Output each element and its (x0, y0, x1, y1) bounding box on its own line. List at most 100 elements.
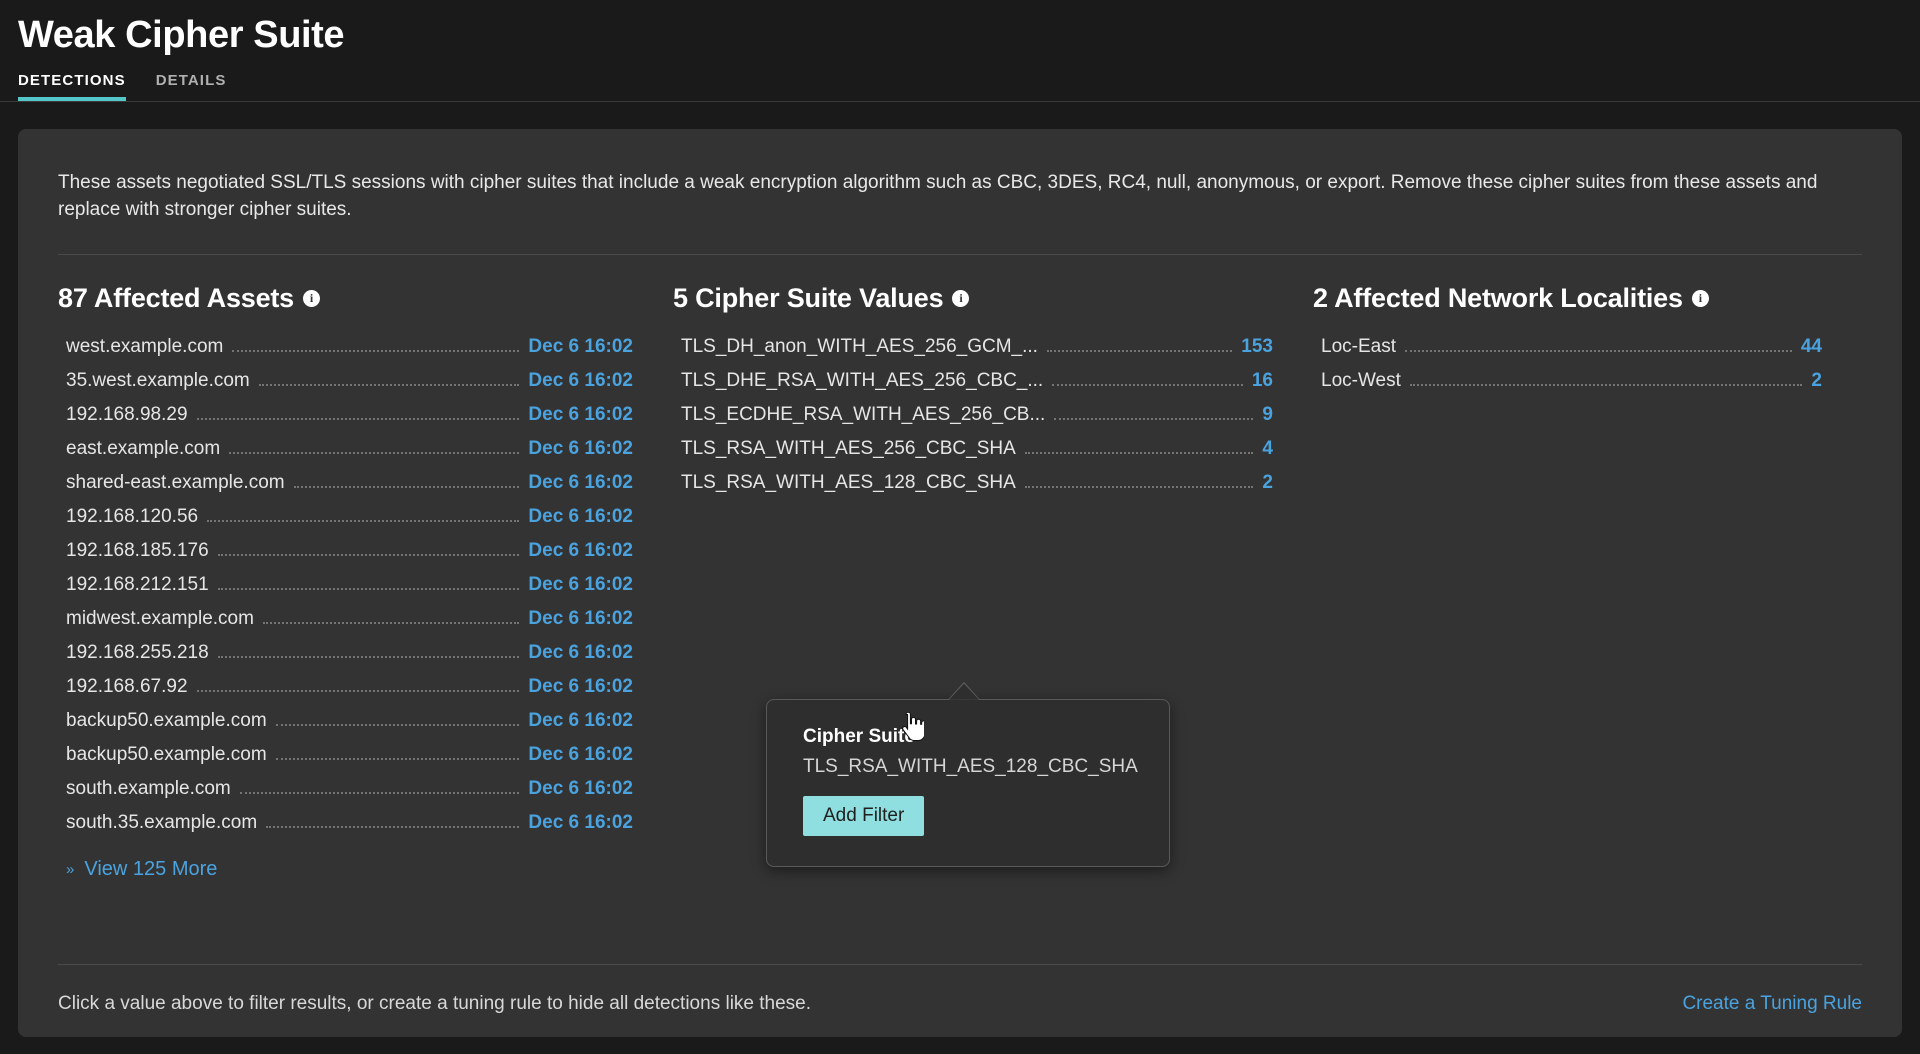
affected-assets-heading: 87 Affected Assets i (58, 283, 633, 314)
cipher-suite-count: 4 (1262, 437, 1273, 459)
detection-detail-page: Weak Cipher Suite DETECTIONS DETAILS The… (0, 0, 1920, 1054)
cipher-suite-count: 2 (1262, 471, 1273, 493)
list-item[interactable]: TLS_RSA_WITH_AES_256_CBC_SHA 4 (673, 432, 1273, 466)
list-item[interactable]: shared-east.example.com Dec 6 16:02 (58, 466, 633, 500)
tab-details[interactable]: DETAILS (156, 72, 227, 101)
asset-name: 192.168.67.92 (66, 675, 188, 697)
leader-dots (262, 621, 520, 624)
list-item[interactable]: 192.168.185.176 Dec 6 16:02 (58, 534, 633, 568)
list-item[interactable]: backup50.example.com Dec 6 16:02 (58, 704, 633, 738)
info-icon[interactable]: i (1691, 289, 1709, 307)
leader-dots (1024, 451, 1254, 454)
list-item[interactable]: TLS_DHE_RSA_WITH_AES_256_CBC_... 16 (673, 364, 1273, 398)
info-icon[interactable]: i (303, 289, 320, 307)
asset-timestamp: Dec 6 16:02 (528, 709, 633, 731)
list-item[interactable]: 192.168.255.218 Dec 6 16:02 (58, 636, 633, 670)
list-item[interactable]: 35.west.example.com Dec 6 16:02 (58, 364, 633, 398)
leader-dots (293, 485, 520, 488)
view-more-button[interactable]: » View 125 More (58, 858, 633, 881)
asset-timestamp: Dec 6 16:02 (528, 573, 633, 595)
network-localities-title: 2 Affected Network Localities (1313, 282, 1683, 313)
leader-dots (1054, 417, 1254, 420)
column-network-localities: 2 Affected Network Localities i Loc-East… (1313, 283, 1862, 881)
add-filter-button[interactable]: Add Filter (803, 795, 925, 836)
asset-name: shared-east.example.com (66, 471, 285, 493)
list-item[interactable]: south.35.example.com Dec 6 16:02 (58, 806, 633, 840)
asset-timestamp: Dec 6 16:02 (528, 369, 633, 391)
asset-name: backup50.example.com (66, 709, 267, 731)
cipher-suite-count: 153 (1241, 335, 1273, 357)
asset-timestamp: Dec 6 16:02 (528, 471, 633, 493)
header-divider (0, 100, 1920, 102)
asset-timestamp: Dec 6 16:02 (528, 641, 633, 663)
card-footer: Click a value above to filter results, o… (58, 993, 1862, 1015)
asset-name: south.example.com (66, 777, 231, 799)
list-item[interactable]: Loc-West 2 (1313, 364, 1822, 398)
list-item[interactable]: east.example.com Dec 6 16:02 (58, 432, 633, 466)
list-item[interactable]: TLS_DH_anon_WITH_AES_256_GCM_... 153 (673, 330, 1273, 364)
locality-name: Loc-East (1321, 335, 1396, 357)
leader-dots (1409, 383, 1803, 386)
cipher-suite-count: 9 (1262, 403, 1273, 425)
leader-dots (1052, 383, 1243, 386)
leader-dots (217, 587, 520, 590)
chevron-double-down-icon: » (66, 860, 75, 878)
asset-timestamp: Dec 6 16:02 (528, 335, 633, 357)
list-item[interactable]: 192.168.67.92 Dec 6 16:02 (58, 670, 633, 704)
list-item[interactable]: 192.168.212.151 Dec 6 16:02 (58, 568, 633, 602)
asset-timestamp: Dec 6 16:02 (528, 607, 633, 629)
asset-name: 192.168.255.218 (66, 641, 209, 663)
list-item[interactable]: TLS_ECDHE_RSA_WITH_AES_256_CB... 9 (673, 398, 1273, 432)
tab-detections[interactable]: DETECTIONS (18, 72, 126, 101)
info-icon[interactable]: i (952, 289, 970, 307)
card-divider (58, 253, 1862, 255)
asset-timestamp: Dec 6 16:02 (528, 403, 633, 425)
asset-name: 192.168.212.151 (66, 573, 209, 595)
asset-timestamp: Dec 6 16:02 (528, 811, 633, 833)
asset-name: west.example.com (66, 335, 224, 357)
leader-dots (217, 553, 520, 556)
cipher-suite-name: TLS_DH_anon_WITH_AES_256_GCM_... (681, 335, 1038, 357)
popover-value: TLS_RSA_WITH_AES_128_CBC_SHA (803, 755, 1138, 777)
asset-name: 35.west.example.com (66, 369, 250, 391)
list-item[interactable]: south.example.com Dec 6 16:02 (58, 772, 633, 806)
asset-timestamp: Dec 6 16:02 (528, 437, 633, 459)
asset-name: 192.168.98.29 (66, 403, 188, 425)
leader-dots (1024, 485, 1254, 488)
page-header: Weak Cipher Suite DETECTIONS DETAILS (0, 0, 1920, 101)
list-item[interactable]: TLS_RSA_WITH_AES_128_CBC_SHA 2 (673, 466, 1273, 500)
asset-name: east.example.com (66, 437, 221, 459)
asset-name: 192.168.120.56 (66, 505, 199, 527)
leader-dots (196, 417, 520, 420)
cipher-suite-popover: Cipher Suite TLS_RSA_WITH_AES_128_CBC_SH… (766, 698, 1170, 867)
list-item[interactable]: Loc-East 44 (1313, 330, 1822, 364)
tab-bar: DETECTIONS DETAILS (18, 72, 1902, 101)
leader-dots (1046, 349, 1233, 352)
asset-name: midwest.example.com (66, 607, 254, 629)
leader-dots (275, 723, 520, 726)
footer-note: Click a value above to filter results, o… (58, 992, 812, 1014)
leader-dots (275, 757, 520, 760)
locality-name: Loc-West (1321, 369, 1401, 391)
cipher-values-list: TLS_DH_anon_WITH_AES_256_GCM_... 153 TLS… (673, 330, 1273, 500)
asset-name: backup50.example.com (66, 743, 267, 765)
asset-name: 192.168.185.176 (66, 539, 209, 561)
locality-count: 2 (1811, 369, 1822, 391)
asset-timestamp: Dec 6 16:02 (528, 743, 633, 765)
leader-dots (229, 451, 520, 454)
list-item[interactable]: west.example.com Dec 6 16:02 (58, 330, 633, 364)
page-title: Weak Cipher Suite (18, 14, 345, 56)
list-item[interactable]: midwest.example.com Dec 6 16:02 (58, 602, 633, 636)
detection-card: These assets negotiated SSL/TLS sessions… (18, 128, 1902, 1037)
asset-timestamp: Dec 6 16:02 (528, 505, 633, 527)
list-item[interactable]: 192.168.120.56 Dec 6 16:02 (58, 500, 633, 534)
list-item[interactable]: backup50.example.com Dec 6 16:02 (58, 738, 633, 772)
leader-dots (207, 519, 520, 522)
affected-assets-title: 87 Affected Assets (58, 282, 294, 313)
list-item[interactable]: 192.168.98.29 Dec 6 16:02 (58, 398, 633, 432)
create-tuning-rule-link[interactable]: Create a Tuning Rule (1682, 993, 1862, 1015)
network-localities-heading: 2 Affected Network Localities i (1313, 283, 1822, 314)
cipher-values-heading: 5 Cipher Suite Values i (673, 283, 1273, 314)
leader-dots (1404, 349, 1792, 352)
detection-description: These assets negotiated SSL/TLS sessions… (58, 171, 1818, 221)
